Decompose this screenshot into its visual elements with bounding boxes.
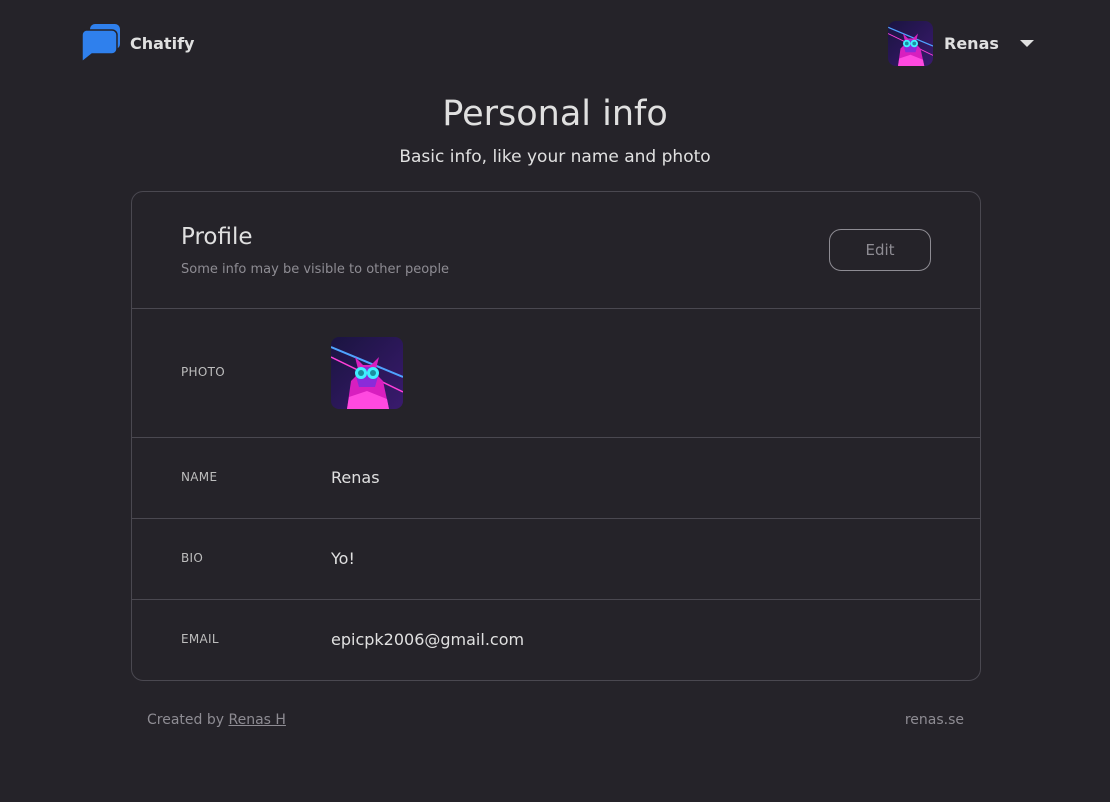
footer-credit: Created by Renas H [147,712,286,728]
email-label: EMAIL [181,632,219,646]
name-value: Renas [331,468,380,487]
photo-row: PHOTO [132,309,980,438]
chevron-down-icon [1019,40,1034,47]
photo-label: PHOTO [181,365,225,379]
footer-site: renas.se [904,712,964,728]
bio-value: Yo! [331,549,355,568]
edit-button[interactable]: Edit [829,229,931,271]
brand-name: Chatify [130,33,195,53]
email-row: EMAIL epicpk2006@gmail.com [132,600,980,680]
profile-card: Profile Some info may be visible to othe… [131,191,981,681]
top-bar: Chatify Renas [0,0,1110,86]
profile-card-header: Profile Some info may be visible to othe… [132,192,980,309]
bio-label: BIO [181,551,204,565]
footer-created-by: Created by [147,712,225,728]
page-subtitle: Basic info, like your name and photo [399,147,711,167]
name-row: NAME Renas [132,438,980,519]
name-label: NAME [181,470,218,484]
email-value: epicpk2006@gmail.com [331,630,525,649]
brand-link[interactable]: Chatify [81,24,195,64]
avatar [888,21,933,66]
profile-title: Profile [181,224,253,250]
page-title: Personal info [442,94,668,134]
user-menu-button[interactable]: Renas [888,21,1034,66]
profile-note: Some info may be visible to other people [181,262,450,277]
author-link[interactable]: Renas H [228,712,285,728]
chat-bubble-logo-icon [81,24,120,64]
bio-row: BIO Yo! [132,519,980,600]
user-name: Renas [944,34,999,53]
profile-photo [331,337,403,409]
